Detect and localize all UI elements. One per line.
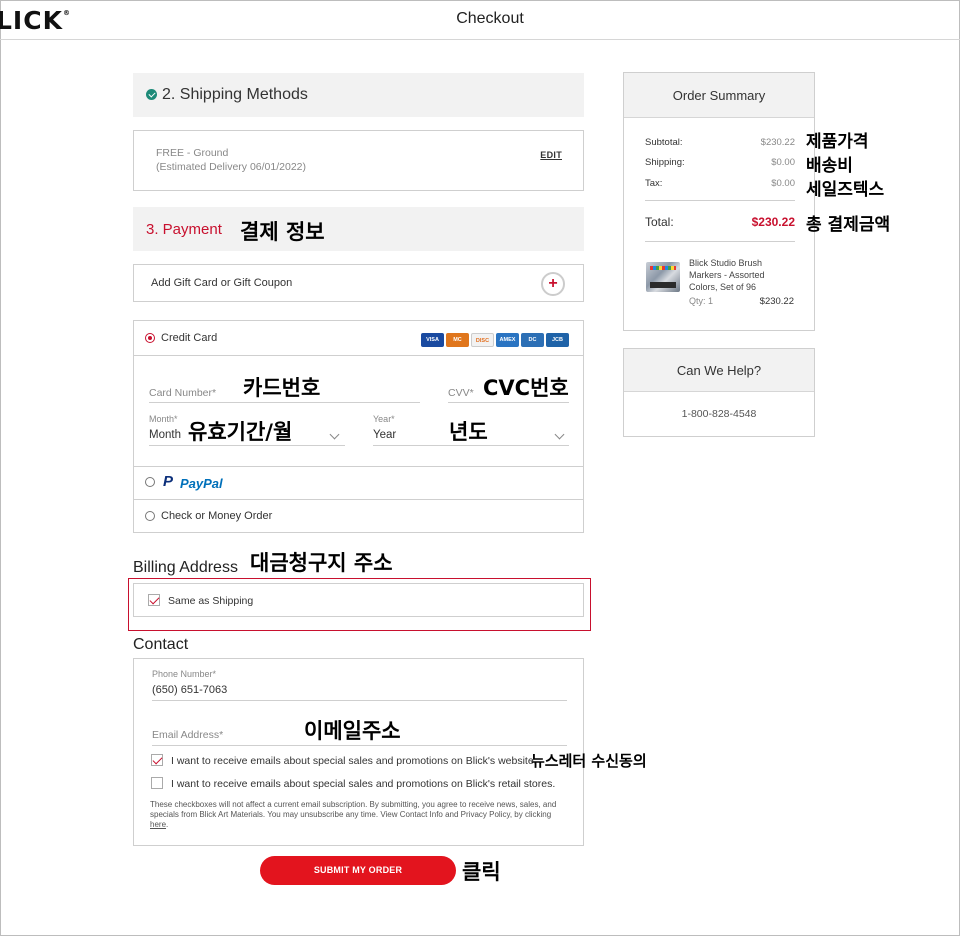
jcb-icon: JCB xyxy=(546,333,569,347)
annotation-sales-tax: 세일즈텍스 xyxy=(806,180,885,200)
help-title: Can We Help? xyxy=(624,349,814,392)
subscription-disclaimer: These checkboxes will not affect a curre… xyxy=(150,800,570,830)
card-number-placeholder: Card Number* xyxy=(149,387,217,399)
paypal-divider-top xyxy=(134,466,583,467)
annotation-newsletter: 뉴스레터 수신동의 xyxy=(531,752,647,770)
product-price: $230.22 xyxy=(759,296,794,307)
annotation-total-amount: 총 결제금액 xyxy=(806,215,891,235)
diners-icon: DC xyxy=(521,333,544,347)
shipping-label: Shipping: xyxy=(645,157,685,168)
credit-card-label: Credit Card xyxy=(161,332,218,344)
shipping-method-name: FREE - Ground xyxy=(156,147,229,159)
shipping-estimate: (Estimated Delivery 06/01/2022) xyxy=(156,161,306,173)
product-thumbnail[interactable] xyxy=(646,262,680,292)
annotation-click: 클릭 xyxy=(462,860,501,884)
edit-shipping-link[interactable]: EDIT xyxy=(540,150,562,160)
shipping-methods-heading: 2. Shipping Methods xyxy=(133,73,584,117)
gift-card-label: Add Gift Card or Gift Coupon xyxy=(151,277,293,289)
email-placeholder: Email Address* xyxy=(152,729,224,741)
store-emails-label: I want to receive emails about special s… xyxy=(171,778,556,790)
year-label: Year* xyxy=(373,414,395,424)
credit-card-divider xyxy=(134,355,583,356)
paypal-radio[interactable] xyxy=(145,477,155,487)
same-as-shipping-checkbox[interactable] xyxy=(148,594,160,606)
help-panel: Can We Help? 1-800-828-4548 xyxy=(623,348,815,437)
annotation-card-number: 카드번호 xyxy=(243,376,321,400)
order-summary-panel: Order Summary Subtotal: $230.22 Shipping… xyxy=(623,72,815,331)
annotation-expiry-month: 유효기간/월 xyxy=(188,420,293,444)
check-circle-icon xyxy=(146,89,157,100)
month-select[interactable]: Month xyxy=(149,429,181,441)
contact-form: Phone Number* (650) 651-7063 Email Addre… xyxy=(133,658,584,846)
annotation-shipping-fee: 배송비 xyxy=(806,156,853,176)
annotation-email: 이메일주소 xyxy=(304,719,401,743)
total-row: Total: $230.22 xyxy=(645,215,795,229)
contact-title: Contact xyxy=(133,636,189,653)
plus-icon[interactable]: + xyxy=(541,272,565,296)
privacy-here-link[interactable]: here xyxy=(150,820,166,829)
chevron-down-icon[interactable] xyxy=(329,429,340,440)
product-qty: Qty: 1 xyxy=(689,296,714,306)
subtotal-label: Subtotal: xyxy=(645,137,683,148)
discover-icon: DISC xyxy=(471,333,494,347)
paypal-divider-bottom xyxy=(134,499,583,500)
tax-row: Tax: $0.00 xyxy=(645,178,795,189)
credit-card-radio[interactable] xyxy=(145,333,155,343)
annotation-year: 년도 xyxy=(449,420,488,444)
shipping-method-summary: FREE - Ground (Estimated Delivery 06/01/… xyxy=(133,130,584,191)
year-select[interactable]: Year xyxy=(373,429,396,441)
product-name[interactable]: Blick Studio Brush Markers - Assorted Co… xyxy=(689,257,779,293)
checkout-header: LICK® Checkout xyxy=(0,0,960,40)
disclaimer-end: . xyxy=(166,820,169,829)
paypal-label: PayPal xyxy=(180,476,223,491)
payment-heading: 3. Payment xyxy=(133,207,584,251)
website-emails-label: I want to receive emails about special s… xyxy=(171,755,537,767)
visa-icon: VISA xyxy=(421,333,444,347)
same-as-shipping-row[interactable]: Same as Shipping xyxy=(133,583,584,617)
page-title: Checkout xyxy=(456,10,524,27)
payment-title: 3. Payment xyxy=(146,221,222,238)
phone-input[interactable]: (650) 651-7063 xyxy=(152,684,227,696)
cvv-placeholder: CVV* xyxy=(448,387,474,399)
check-money-order-label: Check or Money Order xyxy=(161,510,273,522)
subtotal-row: Subtotal: $230.22 xyxy=(645,137,795,148)
annotation-cvc: CVC번호 xyxy=(483,376,569,400)
amex-icon: AMEX xyxy=(496,333,519,347)
paypal-icon: P xyxy=(163,473,174,490)
shipping-row: Shipping: $0.00 xyxy=(645,157,795,168)
tax-label: Tax: xyxy=(645,178,663,189)
card-number-input[interactable] xyxy=(149,402,420,403)
total-value: $230.22 xyxy=(751,215,795,229)
annotation-payment-info: 결제 정보 xyxy=(240,220,325,244)
submit-order-button[interactable]: SUBMIT MY ORDER xyxy=(260,856,456,885)
website-emails-checkbox[interactable] xyxy=(151,754,163,766)
gift-card-row[interactable]: Add Gift Card or Gift Coupon + xyxy=(133,264,584,302)
disclaimer-text: These checkboxes will not affect a curre… xyxy=(150,800,557,819)
subtotal-value: $230.22 xyxy=(760,137,795,148)
billing-address-title: Billing Address xyxy=(133,559,238,576)
cvv-input[interactable] xyxy=(448,402,569,403)
annotation-product-price: 제품가격 xyxy=(806,132,869,152)
same-as-shipping-label: Same as Shipping xyxy=(168,595,254,607)
annotation-billing-address: 대금청구지 주소 xyxy=(250,551,393,575)
shipping-methods-title: 2. Shipping Methods xyxy=(162,86,308,103)
tax-value: $0.00 xyxy=(771,178,795,189)
month-label: Month* xyxy=(149,414,178,424)
summary-divider-top xyxy=(645,200,795,201)
help-phone[interactable]: 1-800-828-4548 xyxy=(624,408,814,420)
email-input[interactable] xyxy=(152,745,567,746)
chevron-down-icon[interactable] xyxy=(554,429,565,440)
store-emails-checkbox[interactable] xyxy=(151,777,163,789)
summary-divider-bottom xyxy=(645,241,795,242)
total-label: Total: xyxy=(645,215,674,229)
order-summary-title: Order Summary xyxy=(624,73,814,118)
shipping-value: $0.00 xyxy=(771,157,795,168)
mastercard-icon: MC xyxy=(446,333,469,347)
check-money-order-radio[interactable] xyxy=(145,511,155,521)
phone-underline xyxy=(152,700,567,701)
phone-label: Phone Number* xyxy=(152,669,217,679)
